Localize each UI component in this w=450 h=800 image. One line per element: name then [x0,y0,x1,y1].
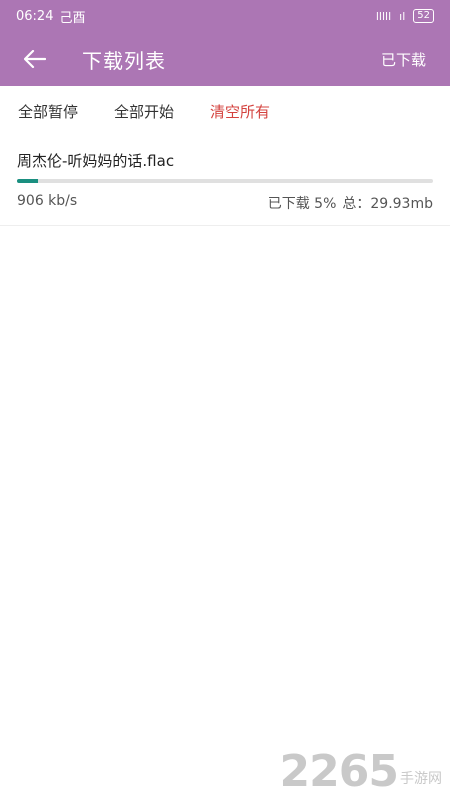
start-all-button[interactable]: 全部开始 [114,101,174,122]
back-button[interactable] [20,44,50,74]
download-file-name: 周杰伦-听妈妈的话.flac [17,152,175,170]
signal-icon: lllll [375,9,392,23]
status-extra: 己酉 [59,10,86,26]
download-progress-fill [17,179,38,183]
clear-all-button[interactable]: 清空所有 [210,101,270,122]
network-icon: ıl [399,9,406,23]
page-title: 下载列表 [82,48,166,73]
pause-all-button[interactable]: 全部暂停 [18,101,78,122]
downloaded-button[interactable]: 已下载 [381,49,426,70]
watermark-text: 手游网 [400,771,442,787]
status-bar: 06:24 己酉 lllll ıl 52 [0,0,450,32]
download-meta: 906 kb/s 已下载 5% 总：29.93mb [17,193,433,213]
status-time: 06:24 [16,8,54,24]
arrow-left-icon [24,50,46,68]
download-status: 已下载 5% 总：29.93mb [268,193,433,213]
status-right: lllll ıl 52 [376,9,434,23]
download-progress-bar [17,179,433,183]
watermark-number: 2265 [279,746,399,797]
download-speed: 906 kb/s [17,193,78,209]
download-total: 总：29.93mb [342,196,433,212]
download-toolbar: 全部暂停 全部开始 清空所有 [0,86,450,136]
download-item[interactable]: 周杰伦-听妈妈的话.flac 906 kb/s 已下载 5% 总：29.93mb [0,136,450,226]
download-percent: 已下载 5% [267,196,337,212]
watermark-logo: 2265 手游网 [280,750,442,794]
status-left: 06:24 己酉 [16,7,85,26]
battery-icon: 52 [413,9,434,23]
app-bar: 下载列表 已下载 [0,32,450,86]
